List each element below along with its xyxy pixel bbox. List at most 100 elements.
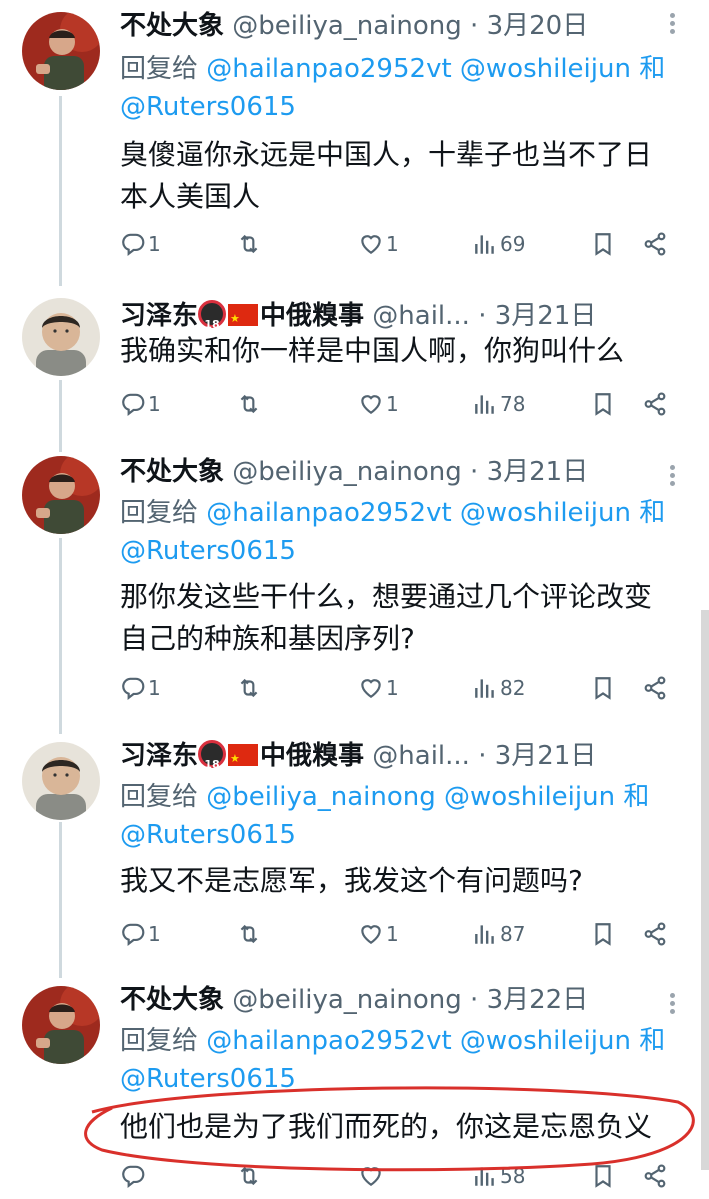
retweet-button[interactable]: [236, 670, 264, 706]
avatar[interactable]: [22, 12, 100, 90]
18-badge-icon: [198, 740, 227, 783]
views-button[interactable]: 87: [472, 916, 525, 952]
avatar[interactable]: [22, 986, 100, 1064]
scrollbar[interactable]: [701, 610, 709, 1170]
author-name[interactable]: 习泽东中俄糗事: [120, 300, 364, 343]
reply-mentions[interactable]: @hailanpao2952vt @woshileijun 和: [206, 498, 665, 528]
like-button[interactable]: 1: [358, 226, 399, 262]
share-button[interactable]: [642, 670, 668, 706]
retweet-button[interactable]: [236, 386, 264, 422]
reply-mentions[interactable]: @hailanpao2952vt @woshileijun 和: [206, 54, 665, 84]
reply-mentions[interactable]: @Ruters0615: [120, 92, 296, 122]
author-name[interactable]: 不处大象: [120, 457, 224, 487]
reply-mentions[interactable]: @Ruters0615: [120, 536, 296, 566]
bookmark-button[interactable]: [590, 226, 616, 262]
reply-context: 回复给 @hailanpao2952vt @woshileijun 和 @Rut…: [120, 1022, 689, 1098]
tweet-text: 他们也是为了我们而死的，你这是忘恩负义: [120, 1110, 653, 1143]
avatar[interactable]: [22, 298, 100, 376]
views-icon: [472, 1163, 498, 1189]
tweet-date[interactable]: 3月22日: [487, 985, 589, 1015]
tweet[interactable]: 不处大象 @beiliya_nainong · 3月21日 回复给 @haila…: [0, 452, 709, 732]
share-button[interactable]: [642, 916, 668, 952]
views-icon: [472, 675, 498, 701]
tweet[interactable]: 不处大象 @beiliya_nainong · 3月22日 回复给 @haila…: [0, 980, 709, 1199]
avatar[interactable]: [22, 742, 100, 820]
share-icon: [642, 675, 668, 701]
separator: ·: [469, 741, 495, 771]
retweet-icon: [236, 1163, 262, 1189]
bookmark-button[interactable]: [590, 1158, 616, 1194]
like-button[interactable]: 1: [358, 386, 399, 422]
tweet[interactable]: 习泽东中俄糗事 @hail... · 3月21日 回复给 @beiliya_na…: [0, 736, 709, 976]
tweet-header: 不处大象 @beiliya_nainong · 3月20日: [120, 8, 649, 44]
heart-icon: [358, 391, 384, 417]
author-name[interactable]: 不处大象: [120, 985, 224, 1015]
bookmark-button[interactable]: [590, 670, 616, 706]
views-button[interactable]: 82: [472, 670, 525, 706]
share-button[interactable]: [642, 226, 668, 262]
tweet-text: 我又不是志愿军，我发这个有问题吗?: [120, 864, 583, 897]
reply-button[interactable]: 1: [120, 916, 161, 952]
author-handle[interactable]: @beiliya_nainong: [232, 985, 462, 1015]
more-icon[interactable]: [659, 462, 685, 490]
like-button[interactable]: [358, 1158, 386, 1194]
action-bar: 1 1 87: [120, 916, 680, 952]
separator: ·: [461, 457, 487, 487]
share-icon: [642, 921, 668, 947]
author-handle[interactable]: @beiliya_nainong: [232, 11, 462, 41]
more-icon[interactable]: [659, 990, 685, 1018]
views-icon: [472, 231, 498, 257]
reply-count: 1: [148, 392, 161, 416]
share-icon: [642, 1163, 668, 1189]
share-icon: [642, 231, 668, 257]
reply-mentions[interactable]: @Ruters0615: [120, 1064, 296, 1094]
author-name[interactable]: 习泽东中俄糗事: [120, 740, 364, 783]
like-button[interactable]: 1: [358, 916, 399, 952]
view-count: 58: [500, 1164, 526, 1188]
author-handle[interactable]: @hail...: [372, 301, 470, 331]
heart-icon: [358, 1163, 384, 1189]
reply-mentions[interactable]: @hailanpao2952vt @woshileijun 和: [206, 1026, 665, 1056]
action-bar: 1 1 69: [120, 226, 680, 262]
heart-icon: [358, 675, 384, 701]
reply-mentions[interactable]: @Ruters0615: [120, 820, 296, 850]
tweet-date[interactable]: 3月21日: [495, 301, 597, 331]
avatar-image: [22, 12, 100, 90]
action-bar: 1 1 82: [120, 670, 680, 706]
retweet-button[interactable]: [236, 916, 264, 952]
avatar[interactable]: [22, 456, 100, 534]
tweet[interactable]: 习泽东中俄糗事 @hail... · 3月21日 我确实和你一样是中国人啊，你狗…: [0, 290, 709, 440]
tweet-header: 不处大象 @beiliya_nainong · 3月21日: [120, 454, 649, 490]
retweet-button[interactable]: [236, 1158, 264, 1194]
author-handle[interactable]: @beiliya_nainong: [232, 457, 462, 487]
reply-icon: [120, 675, 146, 701]
reply-icon: [120, 391, 146, 417]
like-count: 1: [386, 232, 399, 256]
retweet-button[interactable]: [236, 226, 264, 262]
reply-count: 1: [148, 922, 161, 946]
share-button[interactable]: [642, 386, 668, 422]
tweet-date[interactable]: 3月21日: [487, 457, 589, 487]
tweet-date[interactable]: 3月21日: [495, 741, 597, 771]
reply-mentions[interactable]: @beiliya_nainong @woshileijun 和: [206, 782, 649, 812]
tweet-header: 不处大象 @beiliya_nainong · 3月22日: [120, 982, 649, 1018]
reply-button[interactable]: 1: [120, 226, 161, 262]
like-button[interactable]: 1: [358, 670, 399, 706]
bookmark-button[interactable]: [590, 916, 616, 952]
author-handle[interactable]: @hail...: [372, 741, 470, 771]
more-icon[interactable]: [659, 10, 685, 38]
reply-button[interactable]: 1: [120, 386, 161, 422]
heart-icon: [358, 231, 384, 257]
tweet-date[interactable]: 3月20日: [487, 11, 589, 41]
reply-button[interactable]: 1: [120, 670, 161, 706]
share-button[interactable]: [642, 1158, 668, 1194]
views-button[interactable]: 58: [472, 1158, 525, 1194]
views-button[interactable]: 69: [472, 226, 525, 262]
reply-prefix: 回复给: [120, 54, 199, 84]
author-name[interactable]: 不处大象: [120, 11, 224, 41]
bookmark-button[interactable]: [590, 386, 616, 422]
tweet[interactable]: 不处大象 @beiliya_nainong · 3月20日 回复给 @haila…: [0, 0, 709, 290]
reply-button[interactable]: [120, 1158, 148, 1194]
tweet-text: 我确实和你一样是中国人啊，你狗叫什么: [120, 334, 625, 367]
views-button[interactable]: 78: [472, 386, 525, 422]
